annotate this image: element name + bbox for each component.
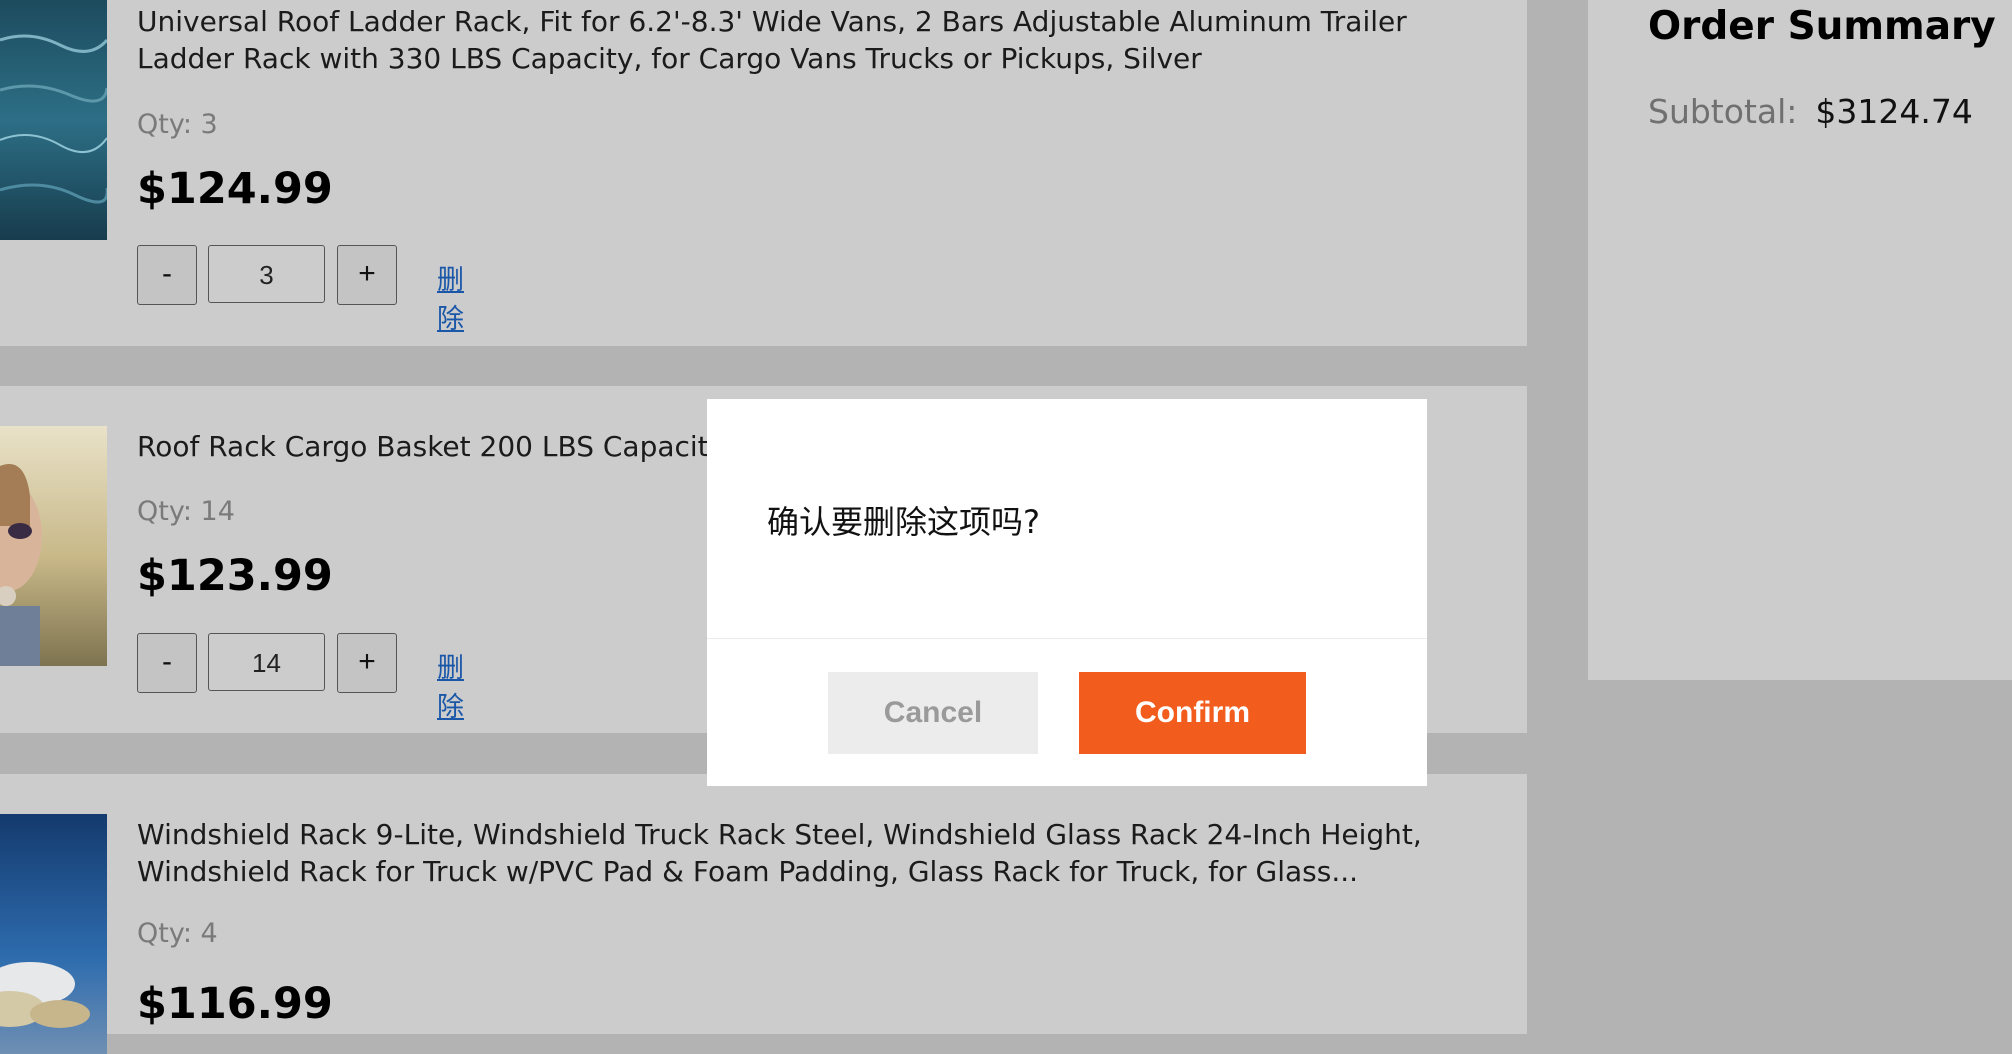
- dialog-divider: [707, 638, 1427, 639]
- dialog-message: 确认要删除这项吗?: [767, 503, 1040, 541]
- cancel-button[interactable]: Cancel: [828, 672, 1038, 754]
- confirm-button[interactable]: Confirm: [1079, 672, 1306, 754]
- confirm-delete-dialog: 确认要删除这项吗? Cancel Confirm: [707, 399, 1427, 786]
